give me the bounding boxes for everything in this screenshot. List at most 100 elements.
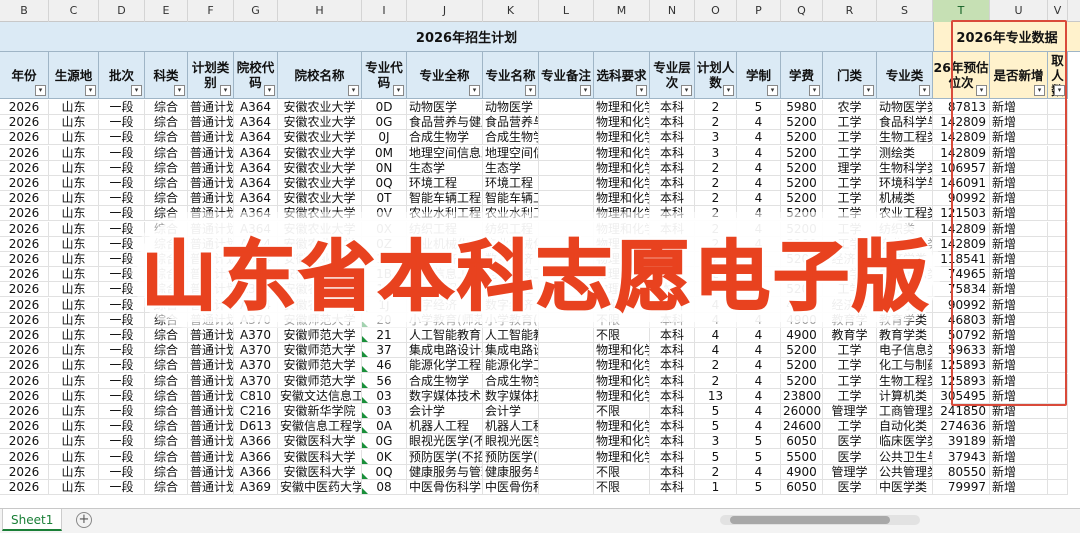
table-cell[interactable]: 山东 <box>49 464 99 480</box>
table-cell[interactable]: 2026 <box>0 358 49 374</box>
table-cell[interactable]: 教育学 <box>823 328 877 343</box>
table-cell[interactable]: 121503 <box>933 206 990 222</box>
table-cell[interactable]: 新增 <box>990 343 1048 359</box>
table-cell[interactable]: 山东 <box>49 312 99 328</box>
table-cell[interactable]: 智能车辆工程 <box>407 191 483 207</box>
table-cell[interactable]: 预防医学(不招收色盲) <box>483 449 539 465</box>
table-cell[interactable]: 一段 <box>99 343 145 359</box>
column-header[interactable]: 专业全称 ▾ <box>407 52 483 99</box>
table-cell[interactable]: 新增 <box>990 297 1048 313</box>
table-cell[interactable]: 安徽师范大学 <box>278 358 362 374</box>
column-letter-d[interactable]: D <box>99 0 145 22</box>
table-cell[interactable]: 普通计划 <box>188 115 234 131</box>
table-cell[interactable]: 1 <box>695 480 737 495</box>
table-cell[interactable]: 新增 <box>990 328 1048 343</box>
table-cell[interactable]: 山东 <box>49 115 99 131</box>
table-cell[interactable]: 4 <box>737 191 781 207</box>
table-cell[interactable]: 4 <box>695 343 737 359</box>
table-cell[interactable] <box>1048 236 1068 252</box>
table-cell[interactable]: 2026 <box>0 343 49 359</box>
table-cell[interactable]: 中医学类 <box>877 480 933 495</box>
table-cell[interactable]: 山东 <box>49 328 99 343</box>
table-cell[interactable]: 4 <box>737 145 781 161</box>
table-cell[interactable]: 安徽新华学院 <box>278 404 362 419</box>
table-cell[interactable]: 87813 <box>933 100 990 115</box>
filter-dropdown-icon[interactable]: ▾ <box>976 85 987 96</box>
table-cell[interactable]: 普通计划 <box>188 145 234 161</box>
table-cell[interactable]: 理学 <box>823 160 877 176</box>
table-cell[interactable]: 新增 <box>990 160 1048 176</box>
table-cell[interactable]: 0N <box>362 160 407 176</box>
table-cell[interactable]: 新增 <box>990 282 1048 298</box>
table-cell[interactable]: 75834 <box>933 282 990 298</box>
table-cell[interactable] <box>539 145 594 161</box>
table-cell[interactable] <box>1048 358 1068 374</box>
table-cell[interactable]: 普通计划 <box>188 388 234 404</box>
table-cell[interactable]: 山东 <box>49 358 99 374</box>
table-cell[interactable]: 人工智能教育(师范类) <box>407 328 483 343</box>
table-cell[interactable]: 本科 <box>650 404 695 419</box>
column-letter-s[interactable]: S <box>877 0 933 22</box>
table-cell[interactable]: 普通计划 <box>188 328 234 343</box>
table-cell[interactable]: 本科 <box>650 343 695 359</box>
table-cell[interactable]: 23800 <box>781 388 823 404</box>
table-cell[interactable]: 中医骨伤科学 <box>407 480 483 495</box>
filter-dropdown-icon[interactable]: ▾ <box>469 85 480 96</box>
table-cell[interactable] <box>539 373 594 389</box>
table-cell[interactable]: 综合 <box>145 191 188 207</box>
table-cell[interactable] <box>1048 282 1068 298</box>
table-cell[interactable]: 5 <box>695 404 737 419</box>
table-cell[interactable] <box>1048 191 1068 207</box>
table-cell[interactable]: 普通计划 <box>188 160 234 176</box>
table-cell[interactable]: 一段 <box>99 130 145 146</box>
table-cell[interactable]: 不限 <box>594 328 650 343</box>
table-cell[interactable]: 物理和化学 <box>594 434 650 450</box>
table-cell[interactable] <box>539 480 594 495</box>
table-cell[interactable]: 本科 <box>650 191 695 207</box>
column-header[interactable]: 学制 ▾ <box>737 52 781 99</box>
table-cell[interactable] <box>1048 160 1068 176</box>
table-cell[interactable]: 2026 <box>0 267 49 283</box>
table-cell[interactable]: 会计学 <box>483 404 539 419</box>
table-cell[interactable]: 预防医学(不招收色盲) <box>407 449 483 465</box>
filter-dropdown-icon[interactable]: ▾ <box>131 85 142 96</box>
table-cell[interactable] <box>539 100 594 115</box>
column-header[interactable]: 年份 ▾ <box>0 52 49 99</box>
add-sheet-button[interactable]: + <box>76 512 92 528</box>
table-cell[interactable]: 5200 <box>781 343 823 359</box>
table-cell[interactable]: 74965 <box>933 267 990 283</box>
table-cell[interactable]: 4 <box>737 419 781 435</box>
table-cell[interactable]: 综合 <box>145 388 188 404</box>
table-cell[interactable]: 机器人工程 <box>483 419 539 435</box>
table-cell[interactable]: 2026 <box>0 388 49 404</box>
table-cell[interactable]: 新增 <box>990 236 1048 252</box>
table-cell[interactable]: 山东 <box>49 282 99 298</box>
table-cell[interactable] <box>1048 267 1068 283</box>
table-cell[interactable]: 合成生物学 <box>483 373 539 389</box>
table-cell[interactable]: 工学 <box>823 343 877 359</box>
table-cell[interactable]: 物理和化学 <box>594 176 650 191</box>
table-cell[interactable] <box>1048 373 1068 389</box>
table-cell[interactable]: A370 <box>234 328 278 343</box>
table-cell[interactable]: 山东 <box>49 343 99 359</box>
table-cell[interactable]: 一段 <box>99 434 145 450</box>
table-cell[interactable]: 山东 <box>49 434 99 450</box>
table-cell[interactable]: 安徽农业大学 <box>278 100 362 115</box>
table-cell[interactable]: 化工与制药 <box>877 358 933 374</box>
filter-dropdown-icon[interactable]: ▾ <box>636 85 647 96</box>
table-cell[interactable]: 13 <box>695 388 737 404</box>
column-letter-t[interactable]: T <box>933 0 990 22</box>
table-cell[interactable]: 90992 <box>933 191 990 207</box>
table-cell[interactable]: 综合 <box>145 328 188 343</box>
table-cell[interactable]: 50792 <box>933 328 990 343</box>
table-cell[interactable]: 一段 <box>99 480 145 495</box>
column-letter-v[interactable]: V <box>1048 0 1068 22</box>
table-cell[interactable]: 4 <box>695 328 737 343</box>
column-letter-p[interactable]: P <box>737 0 781 22</box>
table-cell[interactable]: 本科 <box>650 160 695 176</box>
table-cell[interactable]: 自动化类 <box>877 419 933 435</box>
table-cell[interactable]: 本科 <box>650 464 695 480</box>
table-cell[interactable] <box>539 434 594 450</box>
table-cell[interactable]: 新增 <box>990 464 1048 480</box>
table-cell[interactable]: 03 <box>362 388 407 404</box>
